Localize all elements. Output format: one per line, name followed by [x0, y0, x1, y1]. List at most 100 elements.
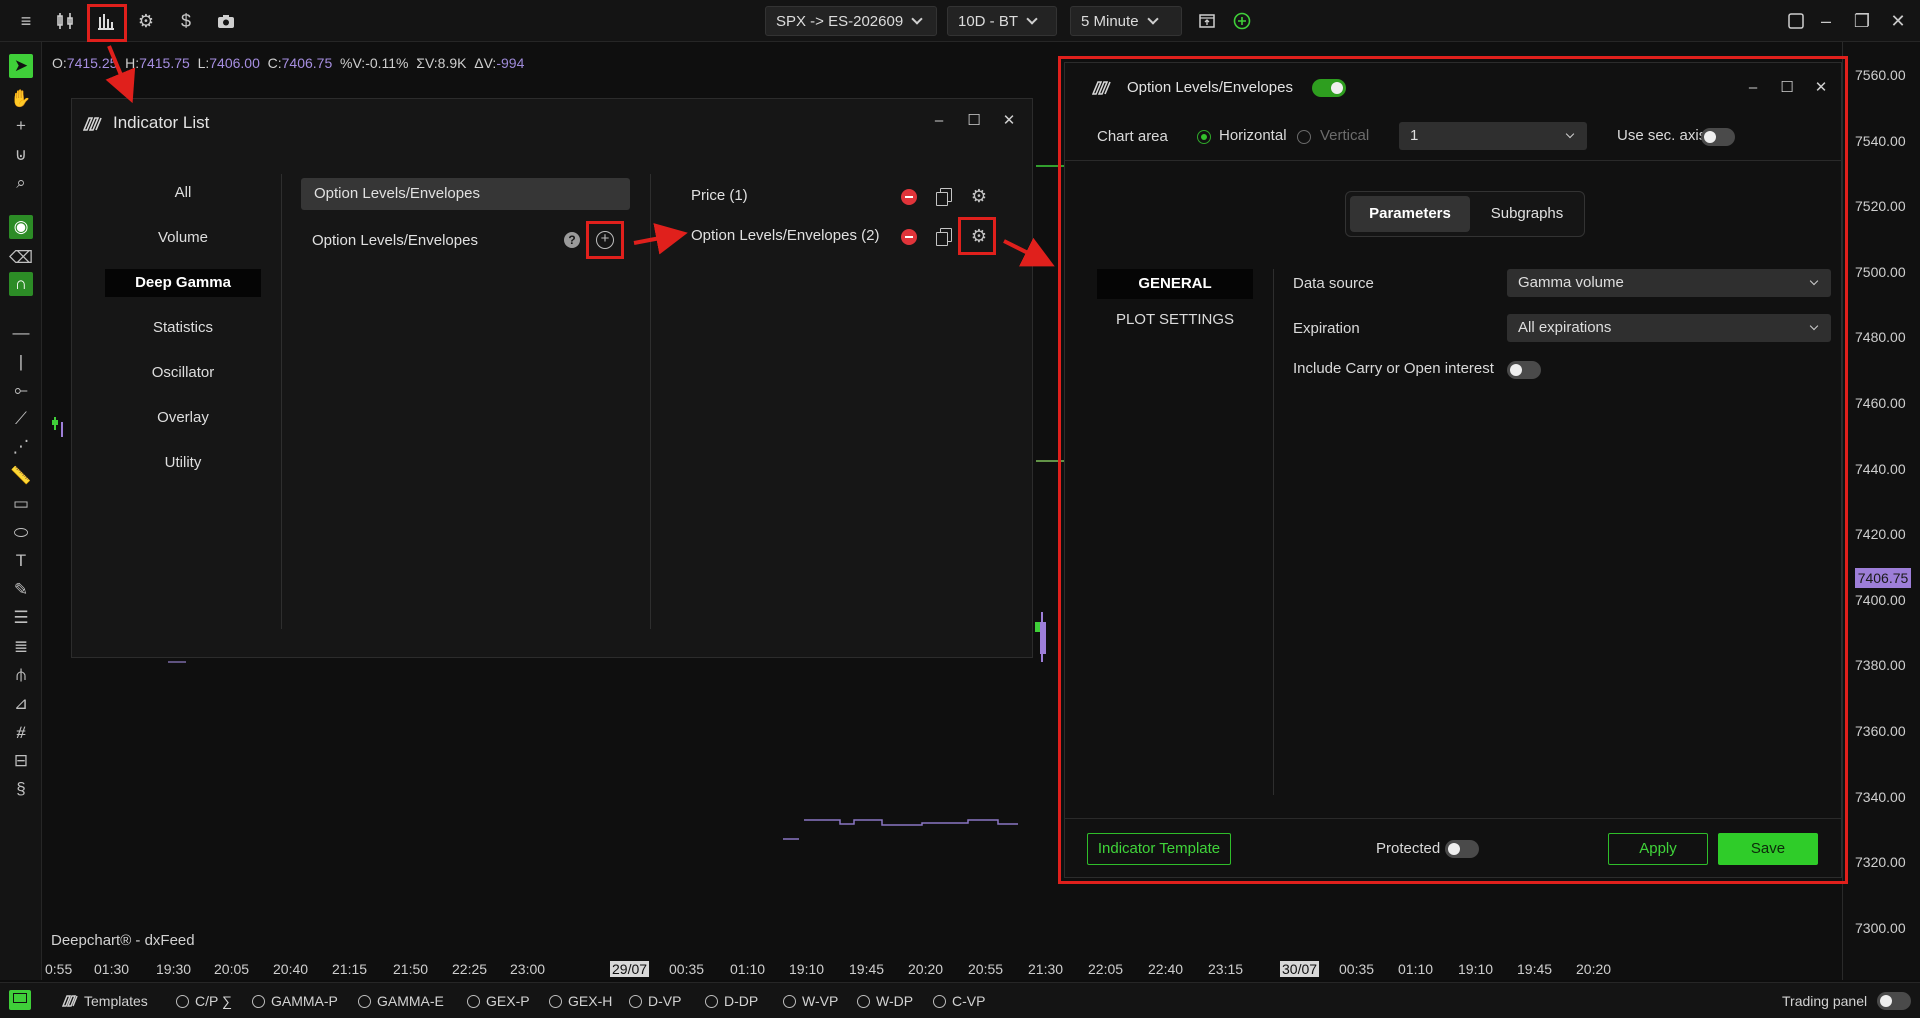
fib-extension-icon[interactable]: ≣ — [7, 633, 35, 661]
time-axis[interactable]: 0:55 01:30 19:30 20:05 20:40 21:15 21:50 22:25 2… — [42, 955, 1842, 980]
gear-icon[interactable]: ⚙ — [970, 187, 988, 205]
copy-icon[interactable] — [936, 188, 952, 206]
template-radio[interactable] — [176, 994, 189, 1008]
add-chart-icon[interactable] — [1228, 7, 1256, 35]
hand-icon[interactable]: ✋ — [7, 85, 35, 113]
help-icon[interactable]: ? — [564, 232, 580, 248]
vertical-radio[interactable] — [1297, 130, 1311, 144]
template-item[interactable]: W-DP — [857, 993, 913, 1009]
eraser-icon[interactable]: ⌫ — [7, 244, 35, 272]
cycles-icon[interactable]: ⧣ — [7, 718, 35, 746]
template-item[interactable]: C-VP — [933, 993, 985, 1009]
category-item[interactable]: All — [105, 179, 261, 207]
vertical-line-icon[interactable]: | — [7, 348, 35, 376]
ellipse-icon[interactable]: ⬭ — [7, 519, 35, 547]
zoom-icon[interactable]: ⌕ — [7, 169, 35, 197]
minimize-icon[interactable]: – — [930, 111, 948, 129]
copy-icon[interactable] — [936, 228, 952, 246]
path-icon[interactable]: ⋰ — [7, 433, 35, 461]
template-item[interactable]: GAMMA-P — [252, 993, 338, 1009]
trend-line-icon[interactable]: ⟋ — [7, 405, 35, 433]
template-radio[interactable] — [467, 994, 480, 1008]
cursor-icon[interactable]: ➤ — [9, 54, 33, 78]
symbol-select[interactable]: SPX -> ES-202609 — [765, 6, 937, 36]
remove-indicator-icon[interactable] — [901, 229, 917, 245]
magnet-cursor-icon[interactable]: ⊍ — [7, 141, 35, 169]
section-plot-settings[interactable]: PLOT SETTINGS — [1097, 305, 1253, 335]
indicator-template-button[interactable]: Indicator Template — [1087, 833, 1231, 865]
close-icon[interactable]: ✕ — [1812, 78, 1830, 96]
close-icon[interactable]: ✕ — [1884, 7, 1912, 35]
section-general[interactable]: GENERAL — [1097, 269, 1253, 299]
template-radio[interactable] — [857, 994, 870, 1008]
eye-icon[interactable]: ◉ — [9, 215, 33, 239]
price-range-icon[interactable]: ⊟ — [7, 747, 35, 775]
menu-icon[interactable]: ≡ — [12, 7, 40, 35]
category-item[interactable]: Utility — [105, 449, 261, 477]
maximize-icon[interactable]: ☐ — [1778, 78, 1796, 96]
rectangle-icon[interactable]: ▭ — [7, 490, 35, 518]
template-item[interactable]: GAMMA-E — [358, 993, 444, 1009]
template-radio[interactable] — [705, 994, 718, 1008]
panel-toggle-icon[interactable] — [9, 990, 31, 1010]
indicator-search-input[interactable]: Option Levels/Envelopes — [301, 178, 630, 210]
restore-icon[interactable]: ❐ — [1848, 7, 1876, 35]
indicator-enabled-toggle[interactable] — [1312, 79, 1346, 97]
category-item[interactable]: Overlay — [105, 404, 261, 432]
templates-button[interactable]: Templates — [62, 993, 148, 1009]
camera-icon[interactable] — [212, 7, 240, 35]
ruler-icon[interactable]: 📏 — [7, 462, 35, 490]
category-item[interactable]: Statistics — [105, 314, 261, 342]
window-add-icon[interactable] — [1193, 7, 1221, 35]
template-radio[interactable] — [933, 994, 946, 1008]
gann-icon[interactable]: ⊿ — [7, 690, 35, 718]
tab-subgraphs[interactable]: Subgraphs — [1472, 196, 1582, 232]
expiration-select[interactable]: All expirations — [1507, 314, 1831, 342]
template-radio[interactable] — [358, 994, 371, 1008]
layout-icon[interactable] — [1782, 7, 1810, 35]
close-icon[interactable]: ✕ — [1000, 111, 1018, 129]
category-item[interactable]: Volume — [105, 224, 261, 252]
template-radio[interactable] — [549, 994, 562, 1008]
category-item[interactable]: Deep Gamma — [105, 269, 261, 297]
save-button[interactable]: Save — [1718, 833, 1818, 865]
timeframe-select[interactable]: 5 Minute — [1070, 6, 1182, 36]
settings-drawing-icon[interactable]: § — [7, 775, 35, 803]
remove-indicator-icon[interactable] — [901, 189, 917, 205]
template-item[interactable]: GEX-P — [467, 993, 530, 1009]
template-radio[interactable] — [629, 994, 642, 1008]
minimize-icon[interactable]: – — [1744, 78, 1762, 96]
sec-axis-toggle[interactable] — [1701, 128, 1735, 146]
ray-icon[interactable]: ⟜ — [7, 376, 35, 404]
pitchfork-icon[interactable]: ⫛ — [7, 661, 35, 689]
template-radio[interactable] — [252, 994, 265, 1008]
template-item[interactable]: W-VP — [783, 993, 838, 1009]
template-item[interactable]: D-DP — [705, 993, 758, 1009]
category-item[interactable]: Oscillator — [105, 359, 261, 387]
price-axis[interactable]: 7560.00 7540.00 7520.00 7500.00 7480.00 7460.… — [1842, 42, 1920, 980]
horizontal-radio[interactable] — [1197, 130, 1211, 144]
magnet-icon[interactable]: ∩ — [9, 272, 33, 296]
template-item[interactable]: GEX-H — [549, 993, 612, 1009]
horizontal-line-icon[interactable]: — — [7, 319, 35, 347]
minimize-icon[interactable]: – — [1812, 7, 1840, 35]
dollar-icon[interactable]: $ — [172, 7, 200, 35]
fib-icon[interactable]: ☰ — [7, 604, 35, 632]
trading-panel-toggle[interactable] — [1877, 992, 1911, 1010]
text-icon[interactable]: T — [7, 547, 35, 575]
template-item[interactable]: C/P ∑ — [176, 993, 232, 1009]
pen-icon[interactable]: ✎ — [7, 576, 35, 604]
range-select[interactable]: 10D - BT — [947, 6, 1057, 36]
template-item[interactable]: D-VP — [629, 993, 681, 1009]
gear-icon[interactable]: ⚙ — [132, 7, 160, 35]
data-source-select[interactable]: Gamma volume — [1507, 269, 1831, 297]
tab-parameters[interactable]: Parameters — [1350, 196, 1470, 232]
carry-toggle[interactable] — [1507, 361, 1541, 379]
chart-area-select[interactable]: 1 — [1399, 122, 1587, 150]
crosshair-icon[interactable]: + — [7, 112, 35, 140]
template-radio[interactable] — [783, 994, 796, 1008]
candles-icon[interactable] — [52, 7, 80, 35]
apply-button[interactable]: Apply — [1608, 833, 1708, 865]
protected-toggle[interactable] — [1445, 840, 1479, 858]
maximize-icon[interactable]: ☐ — [965, 111, 983, 129]
